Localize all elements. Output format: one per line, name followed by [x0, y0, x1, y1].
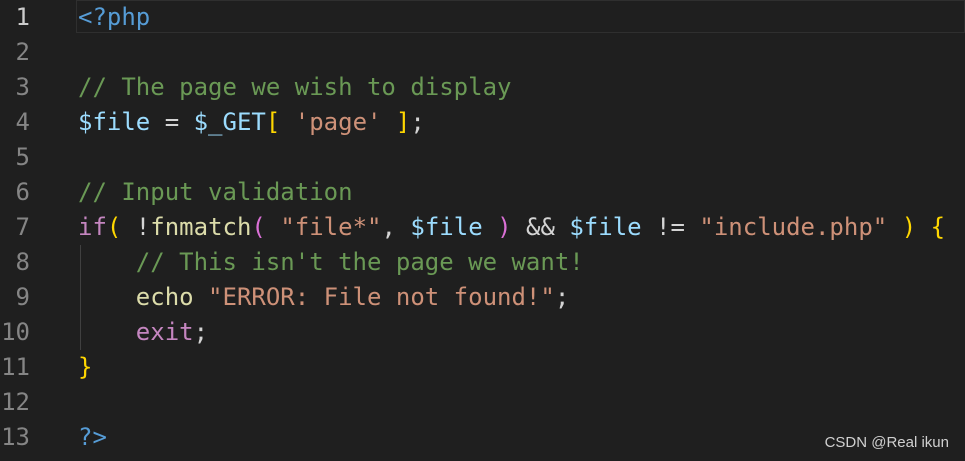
code-token: ; — [554, 283, 570, 311]
line-number: 12 — [1, 388, 30, 416]
line-code[interactable]: } — [78, 350, 92, 385]
line-number: 13 — [1, 423, 30, 451]
code-line[interactable]: 8 // This isn't the page we want! — [0, 245, 965, 280]
code-token: ( — [106, 213, 122, 241]
code-token: $_GET — [193, 108, 266, 136]
code-token: if — [78, 213, 107, 241]
line-code[interactable]: $file = $_GET[ 'page' ]; — [78, 105, 425, 140]
line-code[interactable]: exit; — [78, 315, 208, 350]
code-token: // Input validation — [78, 178, 353, 206]
line-number: 8 — [15, 248, 30, 276]
line-code[interactable]: ?> — [78, 420, 107, 455]
code-token: $file — [569, 213, 642, 241]
code-token: , — [381, 213, 411, 241]
code-token: "include.php" — [699, 213, 888, 241]
code-token: ?> — [78, 423, 107, 451]
code-token: <?php — [78, 3, 151, 31]
line-number: 6 — [15, 178, 30, 206]
watermark: CSDN @Real ikun — [824, 434, 949, 451]
code-token: != — [641, 213, 700, 241]
code-token: fnmatch — [150, 213, 252, 241]
code-line[interactable]: 5 — [0, 140, 965, 175]
code-token: // This isn't the page we want! — [135, 248, 584, 276]
code-line[interactable]: 1 <?php — [0, 0, 965, 35]
code-token: $file — [78, 108, 151, 136]
code-token: } — [78, 353, 93, 381]
line-number: 10 — [1, 318, 30, 346]
code-token: ] — [395, 108, 411, 136]
code-line[interactable]: 7 if( !fnmatch( "file*", $file ) && $file… — [0, 210, 965, 245]
code-token: echo — [135, 283, 194, 311]
line-number: 3 — [15, 73, 30, 101]
code-token: ( — [251, 213, 266, 241]
code-token: 'page' — [294, 108, 382, 136]
code-token: ) — [901, 213, 917, 241]
line-number: 5 — [15, 143, 30, 171]
code-line[interactable]: 12 — [0, 385, 965, 420]
code-line[interactable]: 9 echo "ERROR: File not found!"; — [0, 280, 965, 315]
code-line[interactable]: 6 // Input validation — [0, 175, 965, 210]
line-code[interactable]: // The page we wish to display — [78, 70, 511, 105]
line-code[interactable]: echo "ERROR: File not found!"; — [78, 280, 569, 315]
line-number: 11 — [1, 353, 30, 381]
line-number: 4 — [15, 108, 30, 136]
line-code[interactable]: // Input validation — [78, 175, 353, 210]
code-token: ! — [121, 213, 151, 241]
code-line[interactable]: 13 ?> — [0, 420, 965, 455]
code-line[interactable]: 4 $file = $_GET[ 'page' ]; — [0, 105, 965, 140]
code-token: $file — [410, 213, 483, 241]
line-number: 2 — [15, 38, 30, 66]
code-line[interactable]: 3 // The page we wish to display — [0, 70, 965, 105]
line-code[interactable]: if( !fnmatch( "file*", $file ) && $file … — [78, 210, 945, 245]
code-line[interactable]: 11} — [0, 350, 965, 385]
line-number: 9 — [15, 283, 30, 311]
code-token: [ — [265, 108, 281, 136]
code-token: && — [511, 213, 570, 241]
code-token: ) — [497, 213, 512, 241]
code-token: "ERROR: File not found!" — [208, 283, 555, 311]
line-number: 7 — [15, 213, 30, 241]
code-token: { — [930, 213, 946, 241]
code-line[interactable]: 10 exit; — [0, 315, 965, 350]
code-token: exit — [135, 318, 194, 346]
code-token: ; — [193, 318, 209, 346]
code-token: = — [150, 108, 194, 136]
code-token: ; — [410, 108, 425, 136]
line-code[interactable]: <?php — [78, 0, 150, 35]
line-code[interactable]: // This isn't the page we want! — [78, 245, 584, 280]
code-line[interactable]: 2 — [0, 35, 965, 70]
code-token: // The page we wish to display — [78, 73, 512, 101]
code-token: "file*" — [280, 213, 382, 241]
code-editor[interactable]: 1 <?php 2 3 // The page we wish to display 4 $… — [0, 0, 965, 461]
line-number: 1 — [15, 3, 30, 31]
